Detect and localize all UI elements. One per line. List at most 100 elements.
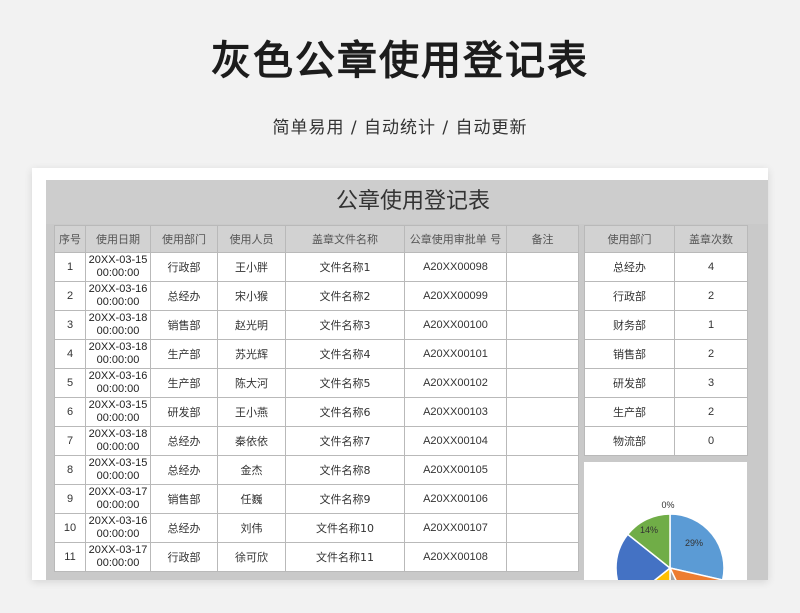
cell-no[interactable]: 11 (54, 542, 86, 572)
cell-note[interactable] (506, 397, 579, 427)
cell-date[interactable]: 20XX-03-17 00:00:00 (85, 484, 151, 514)
cell-approval[interactable]: A20XX00103 (404, 397, 507, 427)
cell-file[interactable]: 文件名称2 (285, 281, 405, 311)
cell-dept[interactable]: 生产部 (150, 368, 218, 398)
cell-approval[interactable]: A20XX00104 (404, 426, 507, 456)
cell-no[interactable]: 6 (54, 397, 86, 427)
cell-dept[interactable]: 总经办 (150, 455, 218, 485)
cell-dept[interactable]: 总经办 (150, 281, 218, 311)
cell-no[interactable]: 7 (54, 426, 86, 456)
cell-note[interactable] (506, 426, 579, 456)
side-cell-dept[interactable]: 销售部 (584, 339, 675, 369)
side-cell-count[interactable]: 0 (674, 426, 748, 456)
side-cell-dept[interactable]: 总经办 (584, 252, 675, 282)
cell-no[interactable]: 8 (54, 455, 86, 485)
spreadsheet: 公章使用登记表 序号 使用日期 使用部门 使用人员 盖章文件名称 公章使用审批单… (46, 180, 768, 580)
cell-dept[interactable]: 总经办 (150, 426, 218, 456)
cell-no[interactable]: 9 (54, 484, 86, 514)
cell-note[interactable] (506, 513, 579, 543)
cell-note[interactable] (506, 339, 579, 369)
usage-table: 序号 使用日期 使用部门 使用人员 盖章文件名称 公章使用审批单 号 备注 12… (54, 225, 579, 572)
cell-approval[interactable]: A20XX00099 (404, 281, 507, 311)
cell-date[interactable]: 20XX-03-16 00:00:00 (85, 513, 151, 543)
cell-approval[interactable]: A20XX00107 (404, 513, 507, 543)
cell-note[interactable] (506, 368, 579, 398)
cell-approval[interactable]: A20XX00108 (404, 542, 507, 572)
side-cell-count[interactable]: 2 (674, 281, 748, 311)
side-cell-count[interactable]: 1 (674, 310, 748, 340)
cell-file[interactable]: 文件名称8 (285, 455, 405, 485)
cell-dept[interactable]: 销售部 (150, 310, 218, 340)
table-row: 6 20XX-03-15 00:00:00 研发部 王小燕 文件名称6 A20XX0010… (54, 397, 579, 427)
cell-approval[interactable]: A20XX00105 (404, 455, 507, 485)
cell-note[interactable] (506, 542, 579, 572)
side-cell-count[interactable]: 2 (674, 397, 748, 427)
side-cell-dept[interactable]: 生产部 (584, 397, 675, 427)
cell-note[interactable] (506, 455, 579, 485)
cell-date[interactable]: 20XX-03-18 00:00:00 (85, 339, 151, 369)
cell-user[interactable]: 苏光辉 (217, 339, 286, 369)
table-row: 9 20XX-03-17 00:00:00 销售部 任巍 文件名称9 A20XX00106 (54, 484, 579, 514)
cell-file[interactable]: 文件名称9 (285, 484, 405, 514)
table-row: 10 20XX-03-16 00:00:00 总经办 刘伟 文件名称10 A20XX001… (54, 513, 579, 543)
cell-user[interactable]: 秦依依 (217, 426, 286, 456)
side-cell-count[interactable]: 4 (674, 252, 748, 282)
cell-approval[interactable]: A20XX00101 (404, 339, 507, 369)
cell-no[interactable]: 5 (54, 368, 86, 398)
cell-user[interactable]: 陈大河 (217, 368, 286, 398)
side-cell-count[interactable]: 3 (674, 368, 748, 398)
cell-no[interactable]: 10 (54, 513, 86, 543)
side-cell-dept[interactable]: 行政部 (584, 281, 675, 311)
cell-dept[interactable]: 总经办 (150, 513, 218, 543)
side-cell-dept[interactable]: 物流部 (584, 426, 675, 456)
cell-file[interactable]: 文件名称4 (285, 339, 405, 369)
cell-dept[interactable]: 行政部 (150, 542, 218, 572)
cell-note[interactable] (506, 281, 579, 311)
cell-no[interactable]: 3 (54, 310, 86, 340)
cell-date[interactable]: 20XX-03-18 00:00:00 (85, 310, 151, 340)
cell-file[interactable]: 文件名称11 (285, 542, 405, 572)
side-cell-dept[interactable]: 财务部 (584, 310, 675, 340)
cell-dept[interactable]: 销售部 (150, 484, 218, 514)
cell-file[interactable]: 文件名称6 (285, 397, 405, 427)
cell-dept[interactable]: 生产部 (150, 339, 218, 369)
cell-approval[interactable]: A20XX00098 (404, 252, 507, 282)
cell-no[interactable]: 2 (54, 281, 86, 311)
cell-user[interactable]: 刘伟 (217, 513, 286, 543)
cell-note[interactable] (506, 310, 579, 340)
cell-date[interactable]: 20XX-03-17 00:00:00 (85, 542, 151, 572)
cell-no[interactable]: 4 (54, 339, 86, 369)
cell-user[interactable]: 赵光明 (217, 310, 286, 340)
table-row: 2 20XX-03-16 00:00:00 总经办 宋小猴 文件名称2 A20XX0009… (54, 281, 579, 311)
cell-dept[interactable]: 研发部 (150, 397, 218, 427)
cell-date[interactable]: 20XX-03-15 00:00:00 (85, 252, 151, 282)
cell-date[interactable]: 20XX-03-15 00:00:00 (85, 455, 151, 485)
cell-file[interactable]: 文件名称1 (285, 252, 405, 282)
header-user: 使用人员 (217, 225, 286, 253)
cell-file[interactable]: 文件名称7 (285, 426, 405, 456)
cell-file[interactable]: 文件名称10 (285, 513, 405, 543)
cell-approval[interactable]: A20XX00100 (404, 310, 507, 340)
cell-no[interactable]: 1 (54, 252, 86, 282)
cell-file[interactable]: 文件名称5 (285, 368, 405, 398)
cell-date[interactable]: 20XX-03-18 00:00:00 (85, 426, 151, 456)
cell-file[interactable]: 文件名称3 (285, 310, 405, 340)
cell-user[interactable]: 宋小猴 (217, 281, 286, 311)
cell-date[interactable]: 20XX-03-15 00:00:00 (85, 397, 151, 427)
cell-date[interactable]: 20XX-03-16 00:00:00 (85, 368, 151, 398)
cell-approval[interactable]: A20XX00102 (404, 368, 507, 398)
cell-user[interactable]: 金杰 (217, 455, 286, 485)
cell-user[interactable]: 王小燕 (217, 397, 286, 427)
pie-chart: 0% 14% 29% 22% (584, 462, 747, 580)
cell-user[interactable]: 徐可欣 (217, 542, 286, 572)
side-cell-dept[interactable]: 研发部 (584, 368, 675, 398)
cell-note[interactable] (506, 252, 579, 282)
cell-dept[interactable]: 行政部 (150, 252, 218, 282)
cell-user[interactable]: 任巍 (217, 484, 286, 514)
side-cell-count[interactable]: 2 (674, 339, 748, 369)
cell-date[interactable]: 20XX-03-16 00:00:00 (85, 281, 151, 311)
cell-note[interactable] (506, 484, 579, 514)
cell-user[interactable]: 王小胖 (217, 252, 286, 282)
side-row: 研发部 3 (584, 368, 748, 398)
cell-approval[interactable]: A20XX00106 (404, 484, 507, 514)
